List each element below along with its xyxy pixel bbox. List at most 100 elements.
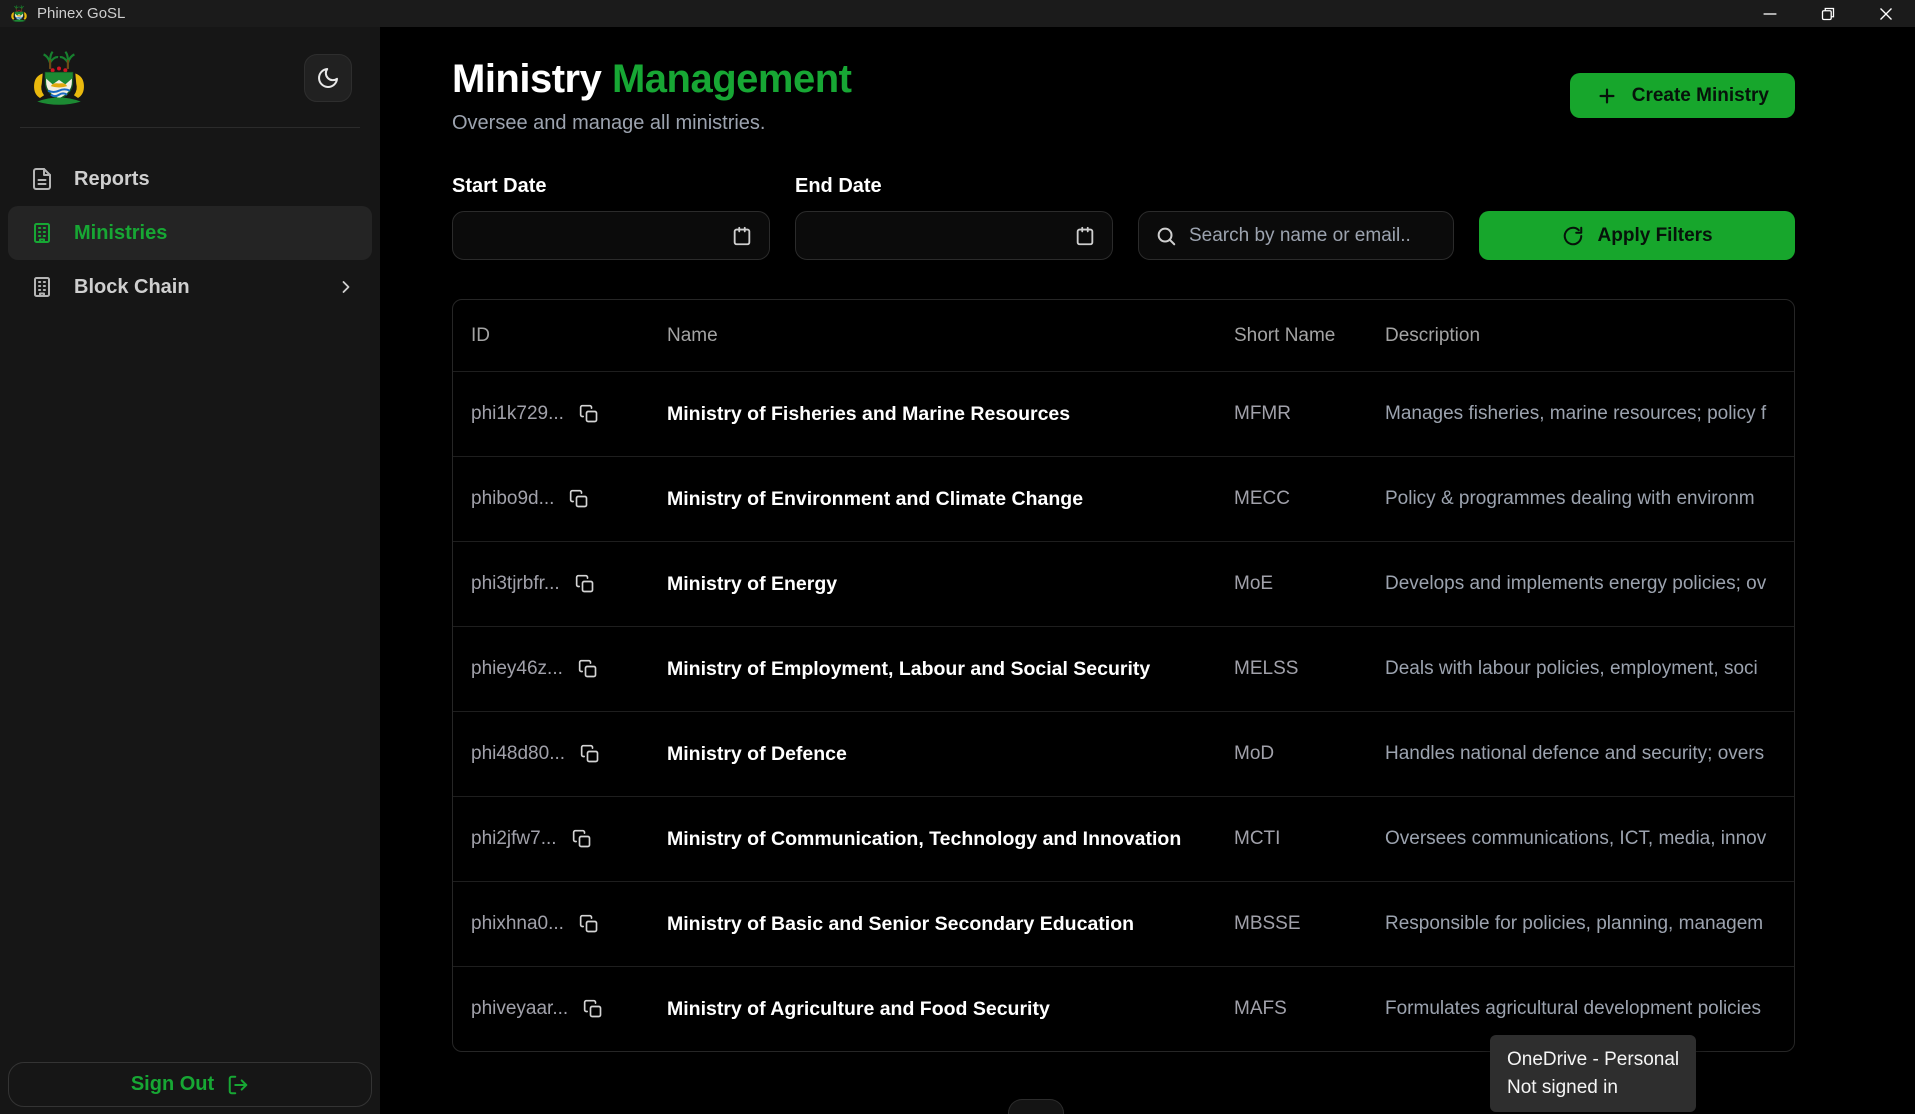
ministry-short-name: MAFS bbox=[1234, 998, 1385, 1020]
end-date-input[interactable] bbox=[812, 225, 1062, 247]
copy-id-button[interactable] bbox=[583, 999, 603, 1019]
cell-id: phi1k729... bbox=[471, 403, 667, 425]
restore-button[interactable] bbox=[1799, 0, 1857, 27]
search-icon bbox=[1155, 225, 1177, 247]
minimize-button[interactable] bbox=[1741, 0, 1799, 27]
onedrive-tooltip-status: Not signed in bbox=[1507, 1074, 1679, 1102]
end-date-group: End Date bbox=[795, 175, 1113, 260]
coat-of-arms-logo bbox=[30, 47, 88, 109]
main-content: Ministry Management Oversee and manage a… bbox=[380, 27, 1915, 1114]
ministry-name: Ministry of Energy bbox=[667, 573, 1234, 596]
ministry-name: Ministry of Communication, Technology an… bbox=[667, 828, 1234, 851]
logout-icon bbox=[227, 1074, 249, 1096]
ministry-short-name: MoD bbox=[1234, 743, 1385, 765]
ministry-id: phiveyaar... bbox=[471, 998, 568, 1020]
copy-id-button[interactable] bbox=[579, 404, 599, 424]
end-date-label: End Date bbox=[795, 175, 1113, 198]
sign-out-label: Sign Out bbox=[131, 1073, 214, 1096]
page-title-primary: Ministry bbox=[452, 57, 601, 101]
close-button[interactable] bbox=[1857, 0, 1915, 27]
ministries-table: ID Name Short Name Description phi1k729.… bbox=[452, 299, 1795, 1052]
table-row[interactable]: phiey46z... Ministry of Employment, Labo… bbox=[453, 626, 1794, 711]
plus-icon bbox=[1596, 85, 1618, 107]
apply-filters-button[interactable]: Apply Filters bbox=[1479, 211, 1795, 260]
copy-id-button[interactable] bbox=[575, 574, 595, 594]
search-field[interactable] bbox=[1138, 211, 1454, 260]
building-icon bbox=[30, 221, 54, 245]
table-row[interactable]: phi3tjrbfr... Ministry of Energy MoE Dev… bbox=[453, 541, 1794, 626]
copy-id-button[interactable] bbox=[579, 914, 599, 934]
cell-id: phi2jfw7... bbox=[471, 828, 667, 850]
copy-id-button[interactable] bbox=[572, 829, 592, 849]
table-row[interactable]: phi48d80... Ministry of Defence MoD Hand… bbox=[453, 711, 1794, 796]
sign-out-button[interactable]: Sign Out bbox=[8, 1062, 372, 1107]
search-input[interactable] bbox=[1189, 225, 1437, 247]
ministry-id: phiey46z... bbox=[471, 658, 563, 680]
window-title: Phinex GoSL bbox=[37, 5, 125, 22]
ministry-name: Ministry of Employment, Labour and Socia… bbox=[667, 658, 1234, 681]
ministry-description: Policy & programmes dealing with environ… bbox=[1385, 488, 1794, 510]
ministry-id: phibo9d... bbox=[471, 488, 554, 510]
copy-id-button[interactable] bbox=[578, 659, 598, 679]
start-date-field[interactable] bbox=[452, 211, 770, 260]
apply-filters-label: Apply Filters bbox=[1598, 225, 1713, 247]
ministry-name: Ministry of Basic and Senior Secondary E… bbox=[667, 913, 1234, 936]
minimize-icon bbox=[1759, 3, 1781, 25]
cell-id: phi48d80... bbox=[471, 743, 667, 765]
ministry-short-name: MoE bbox=[1234, 573, 1385, 595]
sidebar-item-ministries[interactable]: Ministries bbox=[8, 206, 372, 260]
ministry-id: phi1k729... bbox=[471, 403, 564, 425]
chevron-right-icon bbox=[336, 277, 356, 297]
table-row[interactable]: phixhna0... Ministry of Basic and Senior… bbox=[453, 881, 1794, 966]
end-date-field[interactable] bbox=[795, 211, 1113, 260]
sidebar-divider bbox=[20, 127, 360, 128]
ministry-short-name: MBSSE bbox=[1234, 913, 1385, 935]
ministry-description: Deals with labour policies, employment, … bbox=[1385, 658, 1794, 680]
ministry-short-name: MECC bbox=[1234, 488, 1385, 510]
page-title: Ministry Management bbox=[452, 57, 851, 102]
create-ministry-button[interactable]: Create Ministry bbox=[1570, 73, 1795, 118]
sidebar-item-label: Block Chain bbox=[74, 276, 190, 299]
ministry-short-name: MCTI bbox=[1234, 828, 1385, 850]
calendar-icon[interactable] bbox=[731, 225, 753, 247]
ministry-short-name: MELSS bbox=[1234, 658, 1385, 680]
ministry-description: Formulates agricultural development poli… bbox=[1385, 998, 1794, 1020]
copy-id-button[interactable] bbox=[580, 744, 600, 764]
start-date-input[interactable] bbox=[469, 225, 719, 247]
create-ministry-label: Create Ministry bbox=[1632, 85, 1769, 107]
document-icon bbox=[30, 167, 54, 191]
column-header-id: ID bbox=[471, 325, 667, 347]
sidebar-item-blockchain[interactable]: Block Chain bbox=[8, 260, 372, 314]
table-row[interactable]: phibo9d... Ministry of Environment and C… bbox=[453, 456, 1794, 541]
ministry-name: Ministry of Environment and Climate Chan… bbox=[667, 488, 1234, 511]
copy-icon bbox=[569, 489, 589, 509]
table-header-row: ID Name Short Name Description bbox=[453, 300, 1794, 371]
copy-icon bbox=[578, 659, 598, 679]
copy-icon bbox=[580, 744, 600, 764]
copy-icon bbox=[572, 829, 592, 849]
column-header-description: Description bbox=[1385, 325, 1794, 347]
page-subtitle: Oversee and manage all ministries. bbox=[452, 112, 851, 135]
ministry-id: phi3tjrbfr... bbox=[471, 573, 560, 595]
calendar-icon[interactable] bbox=[1074, 225, 1096, 247]
ministry-description: Develops and implements energy policies;… bbox=[1385, 573, 1794, 595]
table-row[interactable]: phi2jfw7... Ministry of Communication, T… bbox=[453, 796, 1794, 881]
cell-id: phiey46z... bbox=[471, 658, 667, 680]
cell-id: phi3tjrbfr... bbox=[471, 573, 667, 595]
copy-id-button[interactable] bbox=[569, 489, 589, 509]
sidebar-item-label: Reports bbox=[74, 168, 150, 191]
copy-icon bbox=[579, 404, 599, 424]
ministry-name: Ministry of Fisheries and Marine Resourc… bbox=[667, 403, 1234, 426]
sidebar-header bbox=[8, 27, 372, 125]
ministry-description: Manages fisheries, marine resources; pol… bbox=[1385, 403, 1794, 425]
app-logo-icon bbox=[10, 4, 28, 23]
table-row[interactable]: phi1k729... Ministry of Fisheries and Ma… bbox=[453, 371, 1794, 456]
copy-icon bbox=[575, 574, 595, 594]
theme-toggle-button[interactable] bbox=[304, 54, 352, 102]
refresh-icon bbox=[1562, 225, 1584, 247]
sidebar-item-reports[interactable]: Reports bbox=[8, 152, 372, 206]
ministry-name: Ministry of Defence bbox=[667, 743, 1234, 766]
ministry-description: Oversees communications, ICT, media, inn… bbox=[1385, 828, 1794, 850]
onedrive-tooltip: OneDrive - Personal Not signed in bbox=[1490, 1035, 1696, 1112]
pagination-button-partial[interactable] bbox=[1008, 1099, 1064, 1114]
